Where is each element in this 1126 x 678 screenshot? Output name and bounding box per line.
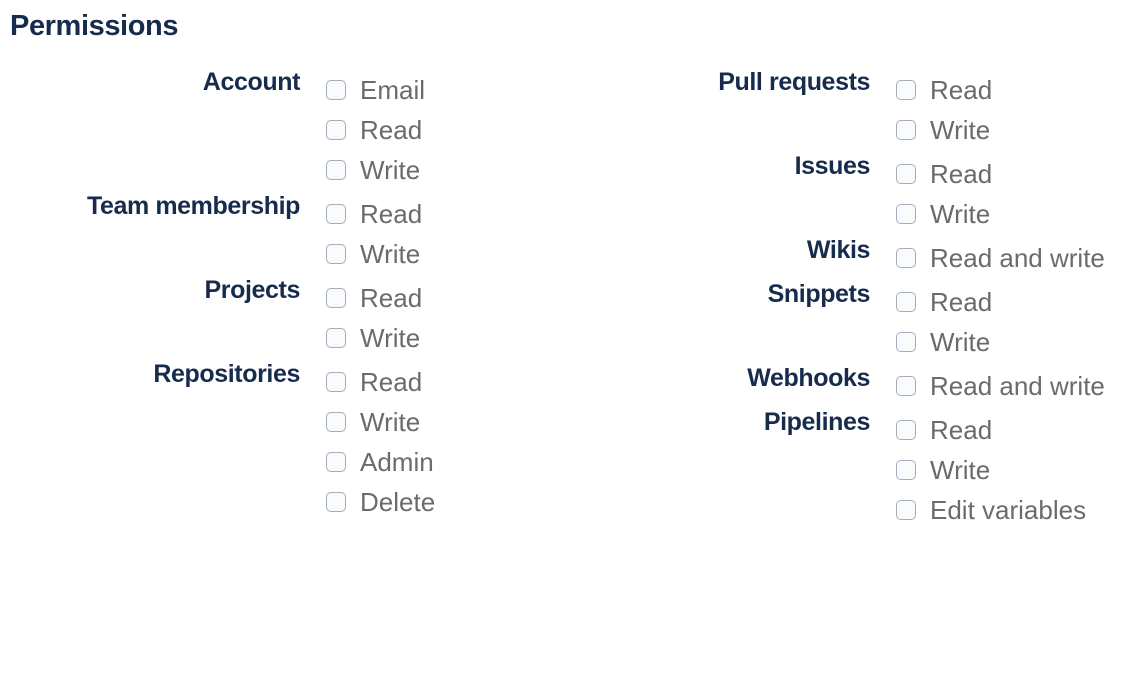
- checkbox-icon[interactable]: [896, 460, 916, 480]
- option-list: Email Read Write: [326, 66, 425, 190]
- checkbox-label: Read: [360, 115, 423, 145]
- checkbox-label: Write: [930, 115, 991, 145]
- checkbox-icon[interactable]: [896, 80, 916, 100]
- checkbox-account-read[interactable]: Read: [326, 110, 425, 150]
- checkbox-repositories-write[interactable]: Write: [326, 402, 435, 442]
- option-list: Read Write Edit variables: [896, 406, 1086, 530]
- group-label: Projects: [204, 276, 301, 304]
- checkbox-pull-requests-read[interactable]: Read: [896, 70, 992, 110]
- permission-group-account: Account Email Read Write: [0, 66, 560, 190]
- group-label: Repositories: [153, 360, 300, 388]
- group-label: Account: [202, 68, 301, 96]
- checkbox-icon[interactable]: [326, 452, 346, 472]
- checkbox-label: Read: [360, 367, 423, 397]
- checkbox-icon[interactable]: [326, 372, 346, 392]
- checkbox-repositories-admin[interactable]: Admin: [326, 442, 435, 482]
- permission-group-team-membership: Team membership Read Write: [0, 190, 560, 274]
- permission-group-projects: Projects Read Write: [0, 274, 560, 358]
- checkbox-label: Read: [930, 75, 993, 105]
- checkbox-account-write[interactable]: Write: [326, 150, 425, 190]
- checkbox-icon[interactable]: [326, 204, 346, 224]
- group-label: Webhooks: [747, 364, 870, 392]
- checkbox-pipelines-read[interactable]: Read: [896, 410, 1086, 450]
- page-title: Permissions: [10, 10, 179, 42]
- option-list: Read and write: [896, 362, 1105, 406]
- option-list: Read Write Admin Delete: [326, 358, 435, 522]
- checkbox-repositories-delete[interactable]: Delete: [326, 482, 435, 522]
- checkbox-icon[interactable]: [896, 500, 916, 520]
- permissions-column-right: Pull requests Read Write Issues Read Wri…: [570, 66, 1126, 530]
- checkbox-icon[interactable]: [326, 412, 346, 432]
- checkbox-label: Write: [930, 327, 991, 357]
- permission-group-repositories: Repositories Read Write Admin Delete: [0, 358, 560, 522]
- checkbox-repositories-read[interactable]: Read: [326, 362, 435, 402]
- checkbox-label: Read: [930, 415, 993, 445]
- option-list: Read Write: [326, 274, 422, 358]
- permissions-column-left: Account Email Read Write Team membership…: [0, 66, 560, 522]
- checkbox-label: Write: [930, 455, 991, 485]
- checkbox-icon[interactable]: [326, 120, 346, 140]
- checkbox-label: Read and write: [930, 371, 1105, 401]
- checkbox-label: Write: [930, 199, 991, 229]
- checkbox-issues-read[interactable]: Read: [896, 154, 992, 194]
- checkbox-label: Delete: [360, 487, 436, 517]
- checkbox-icon[interactable]: [896, 120, 916, 140]
- checkbox-wikis-read-and-write[interactable]: Read and write: [896, 238, 1105, 278]
- checkbox-icon[interactable]: [326, 160, 346, 180]
- group-label: Snippets: [767, 280, 871, 308]
- checkbox-issues-write[interactable]: Write: [896, 194, 992, 234]
- permission-group-wikis: Wikis Read and write: [570, 234, 1126, 278]
- checkbox-label: Read: [930, 287, 993, 317]
- permission-group-issues: Issues Read Write: [570, 150, 1126, 234]
- checkbox-label: Write: [360, 239, 421, 269]
- checkbox-pipelines-write[interactable]: Write: [896, 450, 1086, 490]
- group-label: Wikis: [806, 236, 870, 264]
- option-list: Read and write: [896, 234, 1105, 278]
- permission-group-pull-requests: Pull requests Read Write: [570, 66, 1126, 150]
- group-label: Team membership: [86, 192, 300, 220]
- checkbox-label: Read: [360, 199, 423, 229]
- checkbox-label: Read: [930, 159, 993, 189]
- checkbox-label: Write: [360, 407, 421, 437]
- group-label: Pull requests: [718, 68, 870, 96]
- checkbox-icon[interactable]: [896, 420, 916, 440]
- group-label: Pipelines: [763, 408, 871, 436]
- checkbox-pipelines-edit-variables[interactable]: Edit variables: [896, 490, 1086, 530]
- option-list: Read Write: [326, 190, 422, 274]
- checkbox-icon[interactable]: [326, 288, 346, 308]
- checkbox-label: Edit variables: [930, 495, 1087, 525]
- checkbox-icon[interactable]: [896, 376, 916, 396]
- option-list: Read Write: [896, 278, 992, 362]
- checkbox-label: Admin: [360, 447, 434, 477]
- permission-group-snippets: Snippets Read Write: [570, 278, 1126, 362]
- checkbox-projects-write[interactable]: Write: [326, 318, 422, 358]
- option-list: Read Write: [896, 66, 992, 150]
- checkbox-icon[interactable]: [326, 80, 346, 100]
- checkbox-icon[interactable]: [896, 248, 916, 268]
- checkbox-team-membership-write[interactable]: Write: [326, 234, 422, 274]
- checkbox-snippets-write[interactable]: Write: [896, 322, 992, 362]
- checkbox-pull-requests-write[interactable]: Write: [896, 110, 992, 150]
- checkbox-label: Write: [360, 155, 421, 185]
- checkbox-icon[interactable]: [896, 292, 916, 312]
- checkbox-icon[interactable]: [326, 328, 346, 348]
- permission-group-webhooks: Webhooks Read and write: [570, 362, 1126, 406]
- option-list: Read Write: [896, 150, 992, 234]
- checkbox-label: Read and write: [930, 243, 1105, 273]
- checkbox-label: Email: [360, 75, 426, 105]
- checkbox-snippets-read[interactable]: Read: [896, 282, 992, 322]
- checkbox-label: Read: [360, 283, 423, 313]
- checkbox-label: Write: [360, 323, 421, 353]
- checkbox-icon[interactable]: [896, 164, 916, 184]
- group-label: Issues: [794, 152, 871, 180]
- checkbox-webhooks-read-and-write[interactable]: Read and write: [896, 366, 1105, 406]
- checkbox-team-membership-read[interactable]: Read: [326, 194, 422, 234]
- checkbox-icon[interactable]: [896, 332, 916, 352]
- checkbox-icon[interactable]: [326, 492, 346, 512]
- checkbox-icon[interactable]: [326, 244, 346, 264]
- permission-group-pipelines: Pipelines Read Write Edit variables: [570, 406, 1126, 530]
- checkbox-account-email[interactable]: Email: [326, 70, 425, 110]
- checkbox-icon[interactable]: [896, 204, 916, 224]
- checkbox-projects-read[interactable]: Read: [326, 278, 422, 318]
